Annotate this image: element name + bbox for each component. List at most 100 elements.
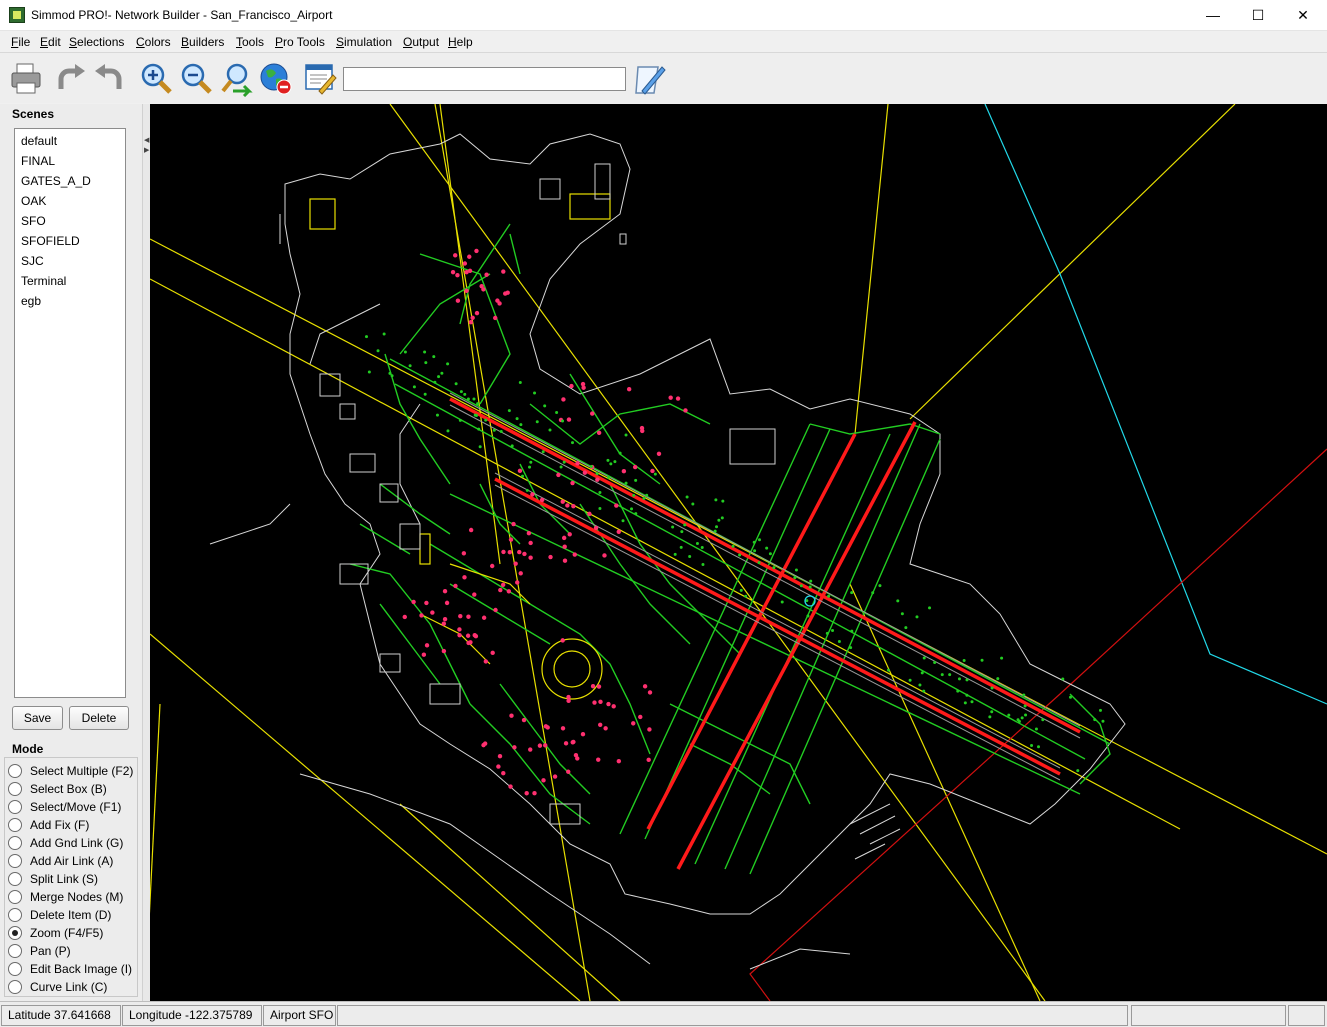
- network-node: [423, 392, 427, 396]
- radio-button[interactable]: [8, 944, 22, 958]
- network-node: [827, 594, 831, 598]
- minimize-button[interactable]: —: [1190, 0, 1236, 31]
- delete-scene-button[interactable]: Delete: [69, 706, 129, 730]
- menu-output[interactable]: Output: [403, 35, 439, 49]
- menu-tools[interactable]: Tools: [236, 35, 264, 49]
- radio-button[interactable]: [8, 872, 22, 886]
- network-node: [437, 375, 441, 379]
- radio-button[interactable]: [8, 818, 22, 832]
- maximize-button[interactable]: ☐: [1235, 0, 1281, 31]
- gate-node: [675, 396, 681, 401]
- gate-node: [524, 791, 529, 796]
- scene-item[interactable]: SFOFIELD: [21, 234, 80, 248]
- scene-item[interactable]: GATES_A_D: [21, 174, 91, 188]
- gate-node: [500, 582, 506, 587]
- radio-button[interactable]: [8, 980, 22, 994]
- mode-label: Mode: [12, 742, 44, 756]
- menu-help[interactable]: Help: [448, 35, 473, 49]
- scene-item[interactable]: FINAL: [21, 154, 55, 168]
- radio-button[interactable]: [8, 926, 22, 940]
- scene-item[interactable]: OAK: [21, 194, 46, 208]
- network-node: [433, 380, 437, 384]
- network-node: [700, 546, 704, 550]
- window-title: Simmod PRO!- Network Builder - San_Franc…: [31, 8, 333, 22]
- mode-option-label: Select Multiple (F2): [30, 764, 134, 778]
- zoom-back-icon[interactable]: [219, 61, 255, 98]
- menu-pro-tools[interactable]: Pro Tools: [275, 35, 325, 49]
- gate-node: [593, 525, 599, 531]
- scene-item[interactable]: egb: [21, 294, 41, 308]
- scene-item[interactable]: SFO: [21, 214, 46, 228]
- network-node: [1000, 656, 1004, 660]
- collapse-left-icon[interactable]: ◀: [144, 136, 149, 144]
- network-node: [454, 382, 458, 386]
- status-message: [337, 1005, 1128, 1026]
- network-node: [607, 475, 611, 479]
- radio-button[interactable]: [8, 800, 22, 814]
- scenes-list[interactable]: default FINAL GATES_A_D OAK SFO SFOFIELD…: [14, 128, 126, 698]
- gate-node: [626, 387, 632, 392]
- close-button[interactable]: ✕: [1280, 0, 1326, 31]
- gate-node: [468, 527, 474, 533]
- gate-node: [562, 544, 567, 549]
- gate-node: [472, 592, 477, 597]
- map-canvas[interactable]: [150, 104, 1327, 1001]
- radio-button[interactable]: [8, 764, 22, 778]
- zoom-in-icon[interactable]: [139, 61, 175, 97]
- network-node: [521, 474, 525, 478]
- gate-node: [484, 272, 489, 277]
- network-node: [948, 673, 952, 677]
- scene-item[interactable]: default: [21, 134, 57, 148]
- network-node: [529, 460, 533, 464]
- network-node: [1041, 718, 1045, 722]
- network-node: [1023, 704, 1027, 708]
- gate-node: [528, 555, 533, 560]
- radio-button[interactable]: [8, 908, 22, 922]
- save-scene-button[interactable]: Save: [12, 706, 63, 730]
- notepad-edit-icon[interactable]: [632, 61, 668, 97]
- radio-button[interactable]: [8, 962, 22, 976]
- network-node: [671, 525, 675, 529]
- radio-button[interactable]: [8, 854, 22, 868]
- menu-selections[interactable]: Selections: [69, 35, 124, 49]
- scene-item[interactable]: SJC: [21, 254, 44, 268]
- undo-icon[interactable]: [91, 61, 127, 97]
- network-node: [849, 646, 853, 650]
- expand-right-icon[interactable]: ▶: [144, 146, 149, 154]
- network-node: [1068, 695, 1072, 699]
- window-edit-icon[interactable]: [303, 61, 339, 97]
- globe-delete-icon[interactable]: [258, 61, 294, 97]
- search-input[interactable]: [343, 67, 626, 91]
- network-node: [685, 495, 689, 499]
- radio-button[interactable]: [8, 890, 22, 904]
- redo-icon[interactable]: [53, 61, 89, 97]
- network-node: [561, 419, 565, 423]
- menu-colors[interactable]: Colors: [136, 35, 171, 49]
- printer-icon[interactable]: [8, 61, 44, 97]
- radio-button[interactable]: [8, 836, 22, 850]
- network-node: [519, 423, 523, 427]
- panel-splitter[interactable]: ◀ ▶: [142, 104, 150, 1001]
- network-node: [990, 710, 994, 714]
- scene-item[interactable]: Terminal: [21, 274, 66, 288]
- gate-node: [470, 315, 475, 320]
- menu-file[interactable]: File: [11, 35, 30, 49]
- network-node: [825, 631, 829, 635]
- menu-builders[interactable]: Builders: [181, 35, 224, 49]
- gate-node: [539, 497, 545, 503]
- network-node: [412, 385, 416, 389]
- gate-node: [575, 461, 580, 466]
- menu-edit[interactable]: Edit: [40, 35, 61, 49]
- airport-network-map[interactable]: [150, 104, 1327, 1001]
- zoom-out-icon[interactable]: [179, 61, 215, 97]
- network-node: [904, 626, 908, 630]
- network-node: [367, 370, 371, 374]
- radio-button[interactable]: [8, 782, 22, 796]
- menu-simulation[interactable]: Simulation: [336, 35, 392, 49]
- gate-node: [616, 758, 622, 764]
- gate-node: [598, 722, 603, 727]
- gate-node: [472, 633, 477, 638]
- network-node: [739, 588, 743, 592]
- gate-node: [506, 589, 512, 594]
- network-node: [1098, 708, 1102, 712]
